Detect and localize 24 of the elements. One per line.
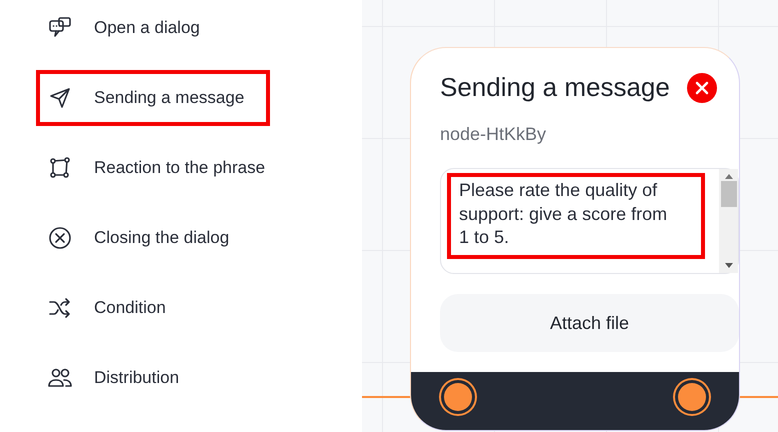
- close-button[interactable]: [687, 72, 717, 102]
- send-icon: [48, 86, 72, 110]
- sidebar-item[interactable]: Condition: [36, 280, 270, 336]
- scrollbar[interactable]: [719, 169, 738, 273]
- node-title: Sending a message: [440, 71, 670, 104]
- sidebar-item[interactable]: Reaction to the phrase: [36, 140, 270, 196]
- attach-file-button[interactable]: Attach file: [440, 294, 739, 352]
- node-id: node-HtKkBy: [439, 123, 548, 146]
- input-port[interactable]: [444, 383, 472, 411]
- people-icon: [48, 366, 72, 390]
- message-text: Please rate the quality of support: give a score from 1 to 5.: [447, 173, 705, 259]
- close-icon: [48, 226, 72, 250]
- sidebar-item[interactable]: Open a dialog: [36, 0, 270, 56]
- scroll-down-icon[interactable]: [724, 263, 734, 269]
- close-icon: [695, 80, 709, 94]
- output-port[interactable]: [678, 383, 706, 411]
- scroll-thumb[interactable]: [720, 181, 736, 207]
- sidebar-item[interactable]: Closing the dialog: [36, 210, 270, 266]
- sidebar-item[interactable]: Sending a message: [36, 70, 270, 126]
- nodes-icon: [48, 156, 72, 180]
- sidebar-item[interactable]: Distribution: [36, 350, 270, 406]
- message-field[interactable]: Please rate the quality of support: give a score from 1 to 5.: [440, 168, 739, 274]
- shuffle-icon: [48, 296, 72, 320]
- scroll-up-icon[interactable]: [724, 173, 734, 179]
